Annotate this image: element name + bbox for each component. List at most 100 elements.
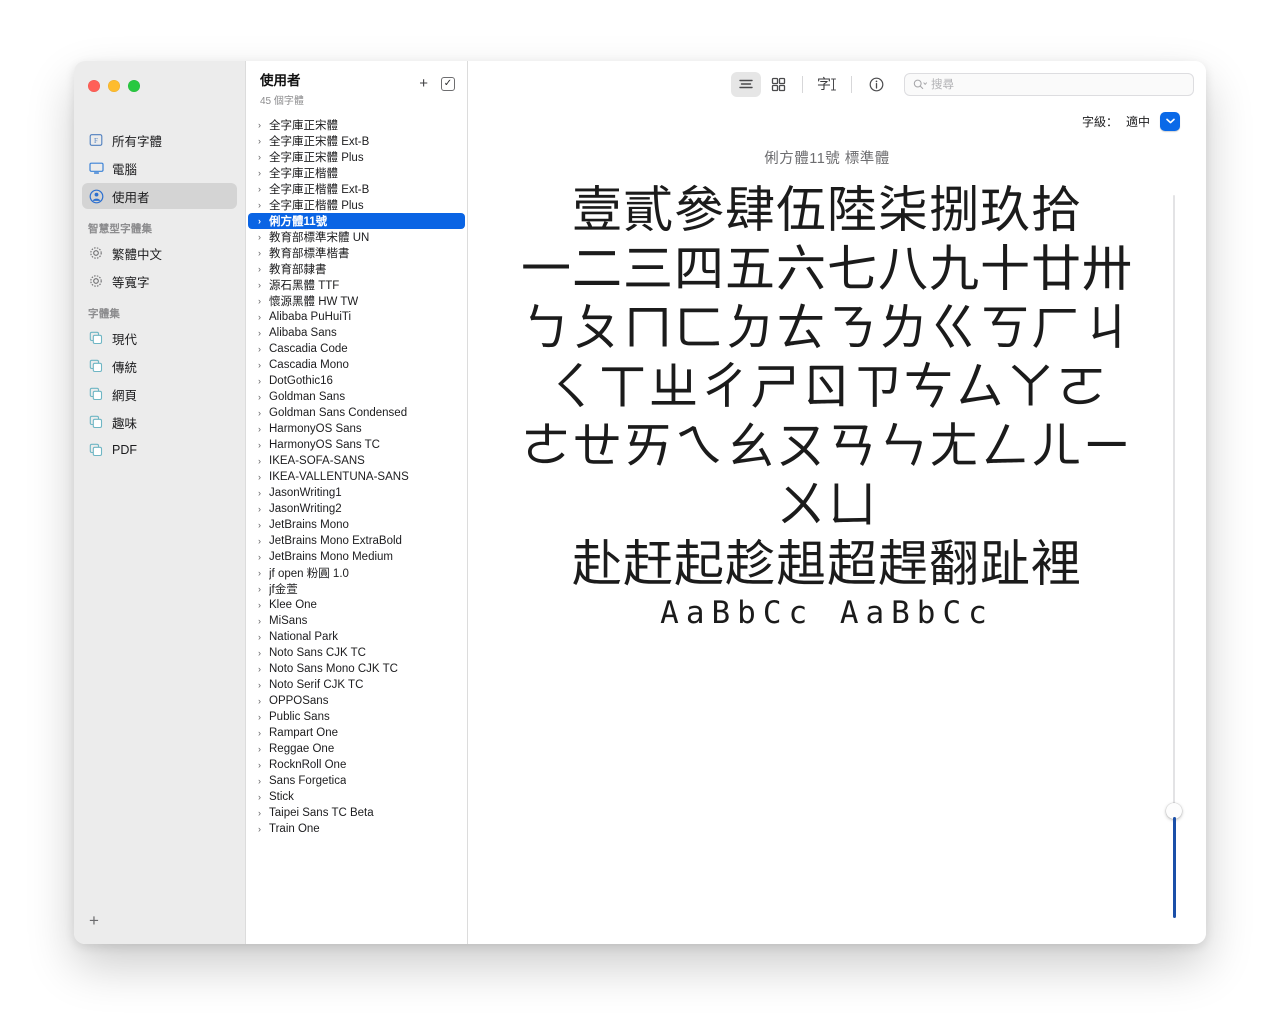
- chevron-right-icon[interactable]: ›: [258, 344, 269, 354]
- chevron-right-icon[interactable]: ›: [258, 824, 269, 834]
- font-list-item[interactable]: › JasonWriting1: [248, 485, 465, 501]
- sample-text-icon[interactable]: 字: [812, 72, 842, 97]
- font-list-item[interactable]: › Train One: [248, 821, 465, 837]
- chevron-right-icon[interactable]: ›: [258, 616, 269, 626]
- font-list-item[interactable]: › Cascadia Mono: [248, 357, 465, 373]
- sidebar-item-modern[interactable]: 現代: [82, 325, 237, 351]
- font-list-item[interactable]: › Noto Sans Mono CJK TC: [248, 661, 465, 677]
- chevron-right-icon[interactable]: ›: [258, 584, 269, 594]
- chevron-right-icon[interactable]: ›: [258, 120, 269, 130]
- font-list-item[interactable]: › 全字庫正楷體 Plus: [248, 197, 465, 213]
- chevron-right-icon[interactable]: ›: [258, 408, 269, 418]
- sidebar-item-traditional-chinese[interactable]: 繁體中文: [82, 240, 237, 266]
- zoom-button[interactable]: [128, 80, 140, 92]
- sidebar-item-fun[interactable]: 趣味: [82, 409, 237, 435]
- chevron-right-icon[interactable]: ›: [258, 760, 269, 770]
- sidebar-item-all-fonts[interactable]: F 所有字體: [82, 127, 237, 153]
- font-size-slider[interactable]: [1166, 195, 1182, 926]
- chevron-right-icon[interactable]: ›: [258, 808, 269, 818]
- chevron-right-icon[interactable]: ›: [258, 376, 269, 386]
- font-list-item[interactable]: › jf open 粉圓 1.0: [248, 565, 465, 581]
- info-icon[interactable]: [861, 72, 891, 97]
- chevron-right-icon[interactable]: ›: [258, 648, 269, 658]
- chevron-right-icon[interactable]: ›: [258, 328, 269, 338]
- chevron-right-icon[interactable]: ›: [258, 232, 269, 242]
- chevron-right-icon[interactable]: ›: [258, 248, 269, 258]
- add-collection-button[interactable]: +: [82, 908, 106, 932]
- select-all-checkbox[interactable]: ✓: [441, 76, 455, 91]
- chevron-right-icon[interactable]: ›: [258, 472, 269, 482]
- chevron-right-icon[interactable]: ›: [258, 664, 269, 674]
- grid-view-icon[interactable]: [763, 72, 793, 97]
- chevron-right-icon[interactable]: ›: [258, 168, 269, 178]
- font-list-item[interactable]: › Alibaba Sans: [248, 325, 465, 341]
- chevron-right-icon[interactable]: ›: [258, 424, 269, 434]
- font-list-item[interactable]: › 俐方體11號: [248, 212, 465, 229]
- chevron-right-icon[interactable]: ›: [258, 392, 269, 402]
- sidebar-item-pdf[interactable]: PDF: [82, 437, 237, 463]
- chevron-right-icon[interactable]: ›: [258, 632, 269, 642]
- close-button[interactable]: [88, 80, 100, 92]
- chevron-right-icon[interactable]: ›: [258, 568, 269, 578]
- font-list-item[interactable]: › HarmonyOS Sans: [248, 421, 465, 437]
- font-list-item[interactable]: › Rampart One: [248, 725, 465, 741]
- chevron-right-icon[interactable]: ›: [258, 552, 269, 562]
- chevron-right-icon[interactable]: ›: [258, 488, 269, 498]
- sidebar-item-monospace[interactable]: 等寬字: [82, 268, 237, 294]
- chevron-right-icon[interactable]: ›: [258, 152, 269, 162]
- chevron-right-icon[interactable]: ›: [258, 216, 269, 226]
- font-list-item[interactable]: › Goldman Sans Condensed: [248, 405, 465, 421]
- font-list-item[interactable]: › 全字庫正楷體: [248, 165, 465, 181]
- chevron-right-icon[interactable]: ›: [258, 680, 269, 690]
- font-list-item[interactable]: › Goldman Sans: [248, 389, 465, 405]
- chevron-right-icon[interactable]: ›: [258, 136, 269, 146]
- font-list-item[interactable]: › 全字庫正宋體: [248, 117, 465, 133]
- font-list-item[interactable]: › 全字庫正宋體 Plus: [248, 149, 465, 165]
- chevron-right-icon[interactable]: ›: [258, 696, 269, 706]
- list-view-icon[interactable]: [731, 71, 761, 97]
- font-list-item[interactable]: › 教育部隸書: [248, 261, 465, 277]
- font-list-item[interactable]: › Alibaba PuHuiTi: [248, 309, 465, 325]
- font-list[interactable]: › 全字庫正宋體 › 全字庫正宋體 Ext-B › 全字庫正宋體 Plus › 全字庫正楷體 ›…: [246, 113, 467, 837]
- chevron-right-icon[interactable]: ›: [258, 728, 269, 738]
- chevron-right-icon[interactable]: ›: [258, 776, 269, 786]
- font-list-item[interactable]: › Cascadia Code: [248, 341, 465, 357]
- chevron-right-icon[interactable]: ›: [258, 792, 269, 802]
- font-list-item[interactable]: › Taipei Sans TC Beta: [248, 805, 465, 821]
- chevron-right-icon[interactable]: ›: [258, 712, 269, 722]
- font-list-item[interactable]: › IKEA-VALLENTUNA-SANS: [248, 469, 465, 485]
- chevron-right-icon[interactable]: ›: [258, 312, 269, 322]
- font-list-item[interactable]: › Public Sans: [248, 709, 465, 725]
- font-list-item[interactable]: › Stick: [248, 789, 465, 805]
- font-list-item[interactable]: › Klee One: [248, 597, 465, 613]
- font-list-item[interactable]: › IKEA-SOFA-SANS: [248, 453, 465, 469]
- chevron-right-icon[interactable]: ›: [258, 600, 269, 610]
- chevron-right-icon[interactable]: ›: [258, 536, 269, 546]
- size-popup-button[interactable]: [1160, 111, 1180, 131]
- font-list-item[interactable]: › 教育部標準楷書: [248, 245, 465, 261]
- chevron-right-icon[interactable]: ›: [258, 456, 269, 466]
- chevron-right-icon[interactable]: ›: [258, 200, 269, 210]
- font-list-item[interactable]: › JetBrains Mono Medium: [248, 549, 465, 565]
- sidebar-item-computer[interactable]: 電腦: [82, 155, 237, 181]
- chevron-right-icon[interactable]: ›: [258, 440, 269, 450]
- font-list-item[interactable]: › Reggae One: [248, 741, 465, 757]
- font-list-item[interactable]: › RocknRoll One: [248, 757, 465, 773]
- font-list-item[interactable]: › 懷源黑體 HW TW: [248, 293, 465, 309]
- chevron-right-icon[interactable]: ›: [258, 360, 269, 370]
- font-list-item[interactable]: › Noto Sans CJK TC: [248, 645, 465, 661]
- font-list-item[interactable]: › OPPOSans: [248, 693, 465, 709]
- chevron-right-icon[interactable]: ›: [258, 520, 269, 530]
- font-list-item[interactable]: › 源石黑體 TTF: [248, 277, 465, 293]
- add-font-button[interactable]: +: [419, 76, 428, 91]
- font-list-item[interactable]: › 全字庫正宋體 Ext-B: [248, 133, 465, 149]
- search-field[interactable]: 搜尋: [904, 72, 1194, 96]
- chevron-right-icon[interactable]: ›: [258, 744, 269, 754]
- chevron-right-icon[interactable]: ›: [258, 504, 269, 514]
- sidebar-item-traditional[interactable]: 傳統: [82, 353, 237, 379]
- sidebar-item-web[interactable]: 網頁: [82, 381, 237, 407]
- font-list-item[interactable]: › 教育部標準宋體 UN: [248, 229, 465, 245]
- chevron-right-icon[interactable]: ›: [258, 264, 269, 274]
- font-list-item[interactable]: › HarmonyOS Sans TC: [248, 437, 465, 453]
- font-list-item[interactable]: › JetBrains Mono ExtraBold: [248, 533, 465, 549]
